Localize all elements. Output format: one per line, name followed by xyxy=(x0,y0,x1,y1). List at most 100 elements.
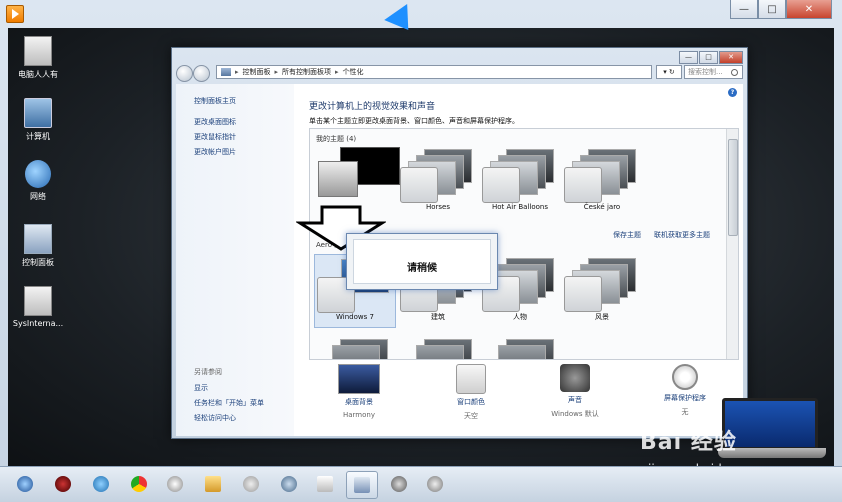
desktop-icon-user[interactable]: 电脑人人有 xyxy=(8,36,68,80)
theme-hot-air-balloons[interactable]: Hot Air Balloons xyxy=(480,145,560,217)
theme-color-swatch xyxy=(400,167,438,203)
control-panel-icon xyxy=(24,224,52,254)
theme-partial[interactable] xyxy=(480,335,560,359)
desktop-background-value: Harmony xyxy=(343,411,375,419)
taskbar-dragon[interactable] xyxy=(384,471,414,497)
address-bar[interactable]: ▸ 控制面板 ▸ 所有控制面板项 ▸ 个性化 xyxy=(216,65,652,79)
desktop-icon-control-panel[interactable]: 控制面板 xyxy=(8,224,68,268)
host-maximize-button[interactable]: □ xyxy=(758,0,786,19)
desktop-icon-label: SysInterna... xyxy=(12,319,64,328)
dragon-icon xyxy=(391,476,407,492)
network-icon xyxy=(25,160,51,188)
see-also-display[interactable]: 显示 xyxy=(194,383,208,393)
desktop-icon-label: 计算机 xyxy=(26,132,50,141)
scrollbar-thumb[interactable] xyxy=(728,139,738,236)
theme-label: 人物 xyxy=(513,313,527,321)
host-titlebar: — □ ✕ xyxy=(0,0,842,26)
desktop-background-label: 桌面背景 xyxy=(345,398,373,406)
theme-preview-mid xyxy=(416,345,464,359)
theme-partial[interactable] xyxy=(398,335,478,359)
taskbar-tool[interactable] xyxy=(236,471,266,497)
sidebar-link-mouse-pointers[interactable]: 更改鼠标指针 xyxy=(194,132,236,142)
desktop-background-button[interactable]: 桌面背景 Harmony xyxy=(319,362,399,419)
control-panel-taskbar-icon xyxy=(354,477,370,493)
minimize-button[interactable]: — xyxy=(679,51,698,64)
maximize-button[interactable]: □ xyxy=(699,51,718,64)
host-window: — □ ✕ 电脑人人有 计算机 网络 控制面板 SysInterna... — … xyxy=(0,0,842,502)
start-button[interactable] xyxy=(10,471,40,497)
my-themes-label: 我的主题 (4) xyxy=(316,135,357,143)
see-also-taskbar[interactable]: 任务栏和「开始」菜单 xyxy=(194,398,264,408)
back-button[interactable] xyxy=(176,65,193,82)
breadcrumb-personalization[interactable]: 个性化 xyxy=(343,67,364,77)
theme-color-swatch xyxy=(482,167,520,203)
see-also-ease-of-access[interactable]: 轻松访问中心 xyxy=(194,413,236,423)
sound-icon xyxy=(560,364,590,392)
desktop-icon-label: 控制面板 xyxy=(22,258,54,267)
window-color-label: 窗口颜色 xyxy=(457,398,485,406)
taskbar-tool2[interactable] xyxy=(420,471,450,497)
page-subtitle: 单击某个主题立即更改桌面背景、窗口颜色、声音和屏幕保护程序。 xyxy=(309,117,519,125)
doc-icon xyxy=(317,476,333,492)
get-more-themes-link[interactable]: 联机获取更多主题 xyxy=(654,230,710,240)
taskbar-explorer[interactable] xyxy=(198,471,228,497)
search-input[interactable]: 搜索控制... xyxy=(684,65,743,79)
theme-label: České jaro xyxy=(583,203,621,211)
taskbar-app[interactable] xyxy=(48,471,78,497)
chrome-icon xyxy=(131,476,147,492)
theme-landscapes[interactable]: 风景 xyxy=(562,254,642,326)
save-theme-link[interactable]: 保存主题 xyxy=(613,230,641,240)
tool-icon xyxy=(243,476,259,492)
sidebar-link-desktop-icons[interactable]: 更改桌面图标 xyxy=(194,117,236,127)
theme-color-swatch xyxy=(564,276,602,312)
theme-label: Horses xyxy=(425,203,451,211)
theme-label: 建筑 xyxy=(431,313,445,321)
dialog-body: 请稍候 xyxy=(353,239,491,284)
please-wait-dialog: 请稍候 xyxy=(346,233,498,290)
theme-partial[interactable] xyxy=(314,335,394,359)
screensaver-label: 屏幕保护程序 xyxy=(664,394,706,402)
media-app-icon[interactable] xyxy=(6,5,24,23)
sidebar-link-home[interactable]: 控制面板主页 xyxy=(194,96,236,106)
theme-color-swatch xyxy=(564,167,602,203)
dialog-message: 请稍候 xyxy=(407,263,437,274)
theme-horses[interactable]: Horses xyxy=(398,145,478,217)
user-folder-icon xyxy=(24,36,52,66)
themes-scrollbar[interactable] xyxy=(726,129,738,359)
navigation-bar: ▸ 控制面板 ▸ 所有控制面板项 ▸ 个性化 ▾ ↻ 搜索控制... xyxy=(176,65,743,82)
media-player-icon xyxy=(167,476,183,492)
sound-button[interactable]: 声音 Windows 默认 xyxy=(535,362,615,419)
baidu-logo-watermark: Bai 经验 xyxy=(640,430,737,455)
forward-button[interactable] xyxy=(193,65,210,82)
window-color-button[interactable]: 窗口颜色 天空 xyxy=(431,362,511,421)
desktop-icon-computer[interactable]: 计算机 xyxy=(8,98,68,142)
desktop-icon-label: 网络 xyxy=(30,192,46,201)
taskbar-ie[interactable] xyxy=(86,471,116,497)
desktop-icon-sysinternals[interactable]: SysInterna... xyxy=(8,286,68,328)
desktop-icon-network[interactable]: 网络 xyxy=(8,160,68,202)
taskbar-browser[interactable] xyxy=(274,471,304,497)
host-minimize-button[interactable]: — xyxy=(730,0,758,19)
chevron-right-icon: ▸ xyxy=(235,68,239,76)
tool2-icon xyxy=(427,476,443,492)
screensaver-button[interactable]: 屏幕保护程序 无 xyxy=(645,362,725,417)
taskbar-media[interactable] xyxy=(160,471,190,497)
close-button[interactable]: ✕ xyxy=(719,51,743,64)
breadcrumb-control-panel[interactable]: 控制面板 xyxy=(243,67,271,77)
taskbar-doc[interactable] xyxy=(310,471,340,497)
refresh-button[interactable]: ▾ ↻ xyxy=(656,65,682,79)
sidebar-link-account-picture[interactable]: 更改帐户图片 xyxy=(194,147,236,157)
sound-label: 声音 xyxy=(568,396,582,404)
breadcrumb-all-items[interactable]: 所有控制面板项 xyxy=(282,67,331,77)
help-icon[interactable]: ? xyxy=(728,88,737,97)
theme-preview-mid xyxy=(498,345,546,359)
taskbar-chrome[interactable] xyxy=(124,471,154,497)
taskbar-control-panel[interactable] xyxy=(346,471,378,499)
desktop-background-icon xyxy=(338,364,380,394)
browser-icon xyxy=(281,476,297,492)
start-orb-icon xyxy=(17,476,33,492)
host-close-button[interactable]: ✕ xyxy=(786,0,832,19)
see-also-title: 另请参阅 xyxy=(194,368,222,376)
theme-ceske-jaro[interactable]: České jaro xyxy=(562,145,642,217)
control-panel-small-icon xyxy=(221,68,231,76)
